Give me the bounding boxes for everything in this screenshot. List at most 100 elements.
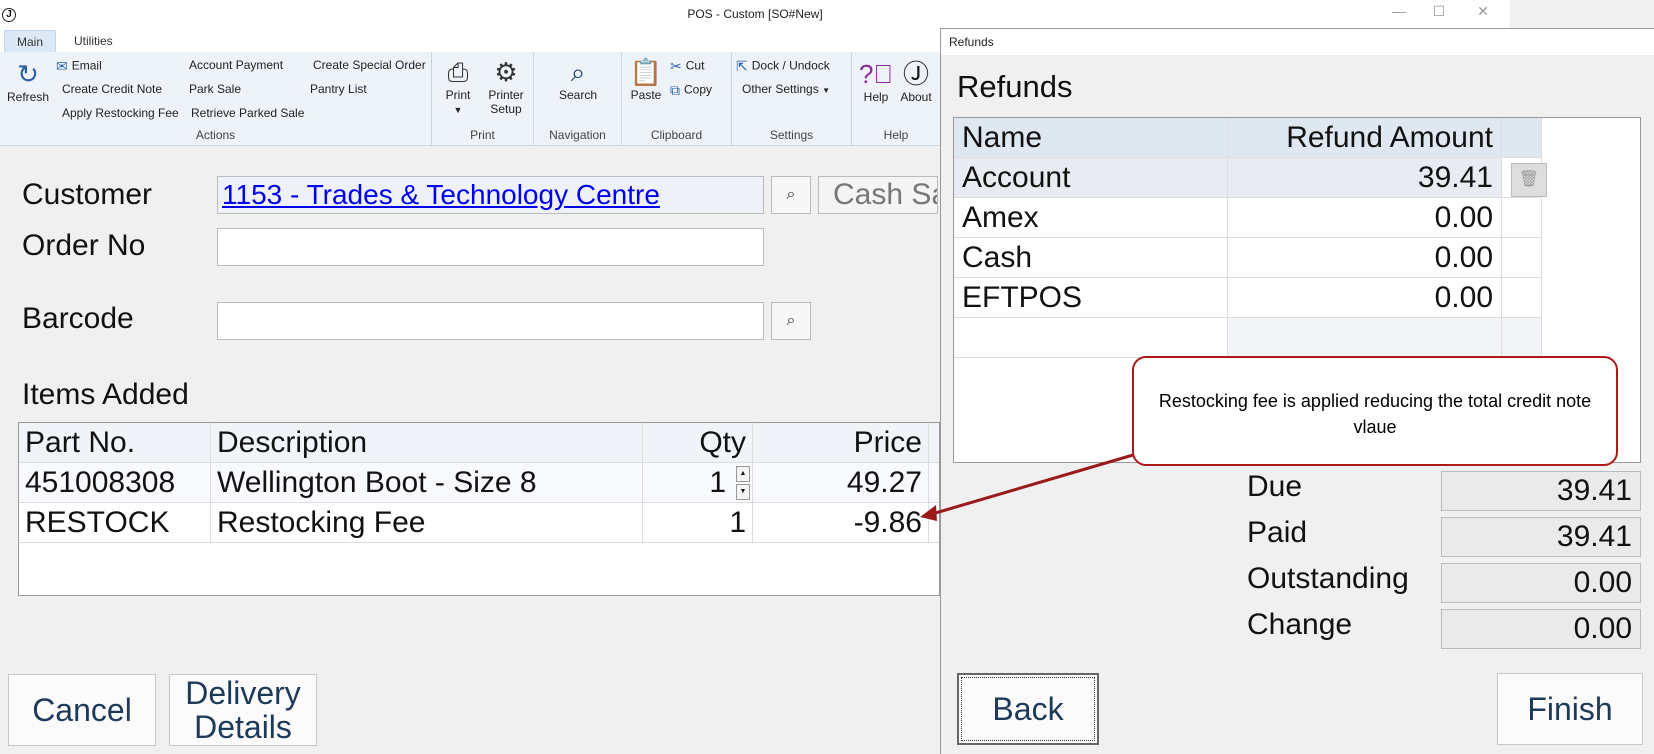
empty-cell [1502, 318, 1542, 358]
maximize-button[interactable]: ☐ [1424, 3, 1454, 23]
table-row[interactable]: RESTOCK Restocking Fee 1 -9.86 [19, 503, 939, 543]
paste-button[interactable]: 📋 Paste [628, 56, 664, 102]
column-header-price[interactable]: Price [753, 423, 929, 463]
ribbon: ↻ Refresh ✉ Email Create Credit Note Appl… [0, 52, 940, 146]
paid-value: 39.41 [1441, 517, 1641, 557]
apply-restocking-fee-button[interactable]: Apply Restocking Fee [62, 106, 179, 120]
trash-icon[interactable]: 🗑 [1511, 163, 1547, 197]
refund-name-cell: Account [954, 158, 1228, 198]
search-label: Search [558, 88, 598, 102]
barcode-lookup-button[interactable]: ⌕ [771, 302, 811, 340]
table-header-row: Part No. Description Qty Price [19, 423, 939, 463]
help-label: Help [863, 90, 889, 104]
column-header-refund-amount[interactable]: Refund Amount [1228, 118, 1502, 158]
cut-button[interactable]: ✂ Cut [670, 58, 704, 75]
row-actions-cell [1502, 198, 1542, 238]
column-header-description[interactable]: Description [211, 423, 643, 463]
table-row[interactable]: Cash 0.00 [954, 238, 1542, 278]
customer-link[interactable]: 1153 - Trades & Technology Centre [222, 177, 660, 213]
help-button[interactable]: ?⃝ Help [858, 58, 894, 104]
table-row-empty[interactable] [954, 318, 1542, 358]
copy-label: Copy [684, 82, 713, 97]
ribbon-group-settings: ⇱ Dock / Undock Other Settings ▼ Settings [732, 52, 852, 146]
column-header-part-no[interactable]: Part No. [19, 423, 211, 463]
refunds-heading: Refunds [957, 69, 1073, 104]
refresh-icon: ↻ [17, 59, 39, 89]
row-actions-cell [1502, 238, 1542, 278]
print-button[interactable]: ⎙ Print ▼ [440, 56, 476, 116]
window-title: POS - Custom [SO#New] [687, 7, 823, 21]
cash-sale-button[interactable]: Cash Sale [818, 176, 938, 214]
refund-amount-input[interactable]: 39.41 [1228, 158, 1502, 198]
ribbon-group-label: Settings [769, 128, 814, 142]
printer-setup-label-2: Setup [490, 102, 522, 116]
about-button[interactable]: Ⓙ About [896, 58, 936, 104]
customer-field[interactable]: 1153 - Trades & Technology Centre [217, 176, 764, 214]
table-header-row: Name Refund Amount [954, 118, 1542, 158]
email-button[interactable]: ✉ Email [56, 58, 102, 75]
description-cell: Wellington Boot - Size 8 [211, 463, 643, 503]
park-sale-button[interactable]: Park Sale [189, 82, 241, 96]
print-label: Print [445, 88, 471, 102]
column-header-actions [1502, 118, 1542, 158]
dropdown-arrow-icon: ▼ [453, 105, 463, 115]
refund-amount-input[interactable]: 0.00 [1228, 278, 1502, 318]
column-header-name[interactable]: Name [954, 118, 1228, 158]
table-row[interactable]: EFTPOS 0.00 [954, 278, 1542, 318]
change-value: 0.00 [1441, 609, 1641, 649]
increment-icon[interactable]: ▲ [736, 466, 750, 482]
items-added-heading: Items Added [22, 378, 189, 411]
table-row[interactable]: Amex 0.00 [954, 198, 1542, 238]
part-no-cell: RESTOCK [19, 503, 211, 543]
minimize-button[interactable]: — [1384, 3, 1414, 23]
copy-button[interactable]: ⧉ Copy [670, 82, 712, 99]
ribbon-group-print: ⎙ Print ▼ ⚙ Printer Setup Print [432, 52, 534, 146]
qty-value: 1 [709, 466, 726, 499]
pantry-list-button[interactable]: Pantry List [310, 82, 367, 96]
qty-stepper[interactable]: 1 ▲ ▼ [643, 463, 753, 503]
price-cell: -9.86 [753, 503, 929, 543]
refund-name-cell: EFTPOS [954, 278, 1228, 318]
table-row[interactable]: Account 39.41 [954, 158, 1542, 198]
retrieve-parked-sale-button[interactable]: Retrieve Parked Sale [191, 106, 304, 120]
ribbon-group-label: Print [470, 128, 495, 142]
dock-undock-button[interactable]: ⇱ Dock / Undock [736, 58, 830, 75]
finish-button[interactable]: Finish [1497, 673, 1643, 745]
delivery-details-button[interactable]: Delivery Details [169, 674, 317, 746]
refund-amount-input[interactable]: 0.00 [1228, 198, 1502, 238]
search-icon: ⌕ [786, 312, 796, 329]
barcode-input[interactable] [217, 302, 764, 340]
customer-lookup-button[interactable]: ⌕ [771, 176, 811, 214]
printer-setup-button[interactable]: ⚙ Printer Setup [482, 56, 530, 116]
outstanding-label: Outstanding [1247, 562, 1409, 595]
order-no-input[interactable] [217, 228, 764, 266]
qty-spinner[interactable]: ▲ ▼ [736, 466, 750, 500]
ribbon-group-label: Help [883, 128, 909, 142]
barcode-label: Barcode [22, 302, 134, 335]
back-button[interactable]: Back [957, 673, 1099, 745]
due-label: Due [1247, 470, 1303, 503]
column-header-qty[interactable]: Qty [643, 423, 753, 463]
cancel-button[interactable]: Cancel [8, 674, 156, 746]
cut-label: Cut [685, 58, 705, 73]
printer-icon: ⎙ [447, 57, 469, 87]
description-cell: Restocking Fee [211, 503, 643, 543]
empty-cell [1228, 318, 1502, 358]
other-settings-label: Other Settings [742, 82, 819, 96]
close-button[interactable]: ✕ [1468, 3, 1498, 23]
row-actions-cell [1502, 278, 1542, 318]
create-special-order-button[interactable]: Create Special Order [313, 58, 426, 72]
refresh-button[interactable]: ↻ Refresh [6, 58, 50, 104]
clipboard-icon: 📋 [629, 57, 663, 87]
decrement-icon[interactable]: ▼ [736, 484, 750, 500]
dock-undock-label: Dock / Undock [751, 58, 830, 73]
search-button[interactable]: ⌕ Search [548, 56, 608, 102]
other-settings-button[interactable]: Other Settings ▼ [742, 82, 830, 96]
refund-amount-input[interactable]: 0.00 [1228, 238, 1502, 278]
table-row[interactable]: 451008308 Wellington Boot - Size 8 1 ▲ ▼… [19, 463, 939, 503]
tab-utilities[interactable]: Utilities [62, 30, 125, 52]
account-payment-button[interactable]: Account Payment [189, 58, 283, 72]
tab-main[interactable]: Main [4, 30, 57, 52]
create-credit-note-button[interactable]: Create Credit Note [62, 82, 162, 96]
refunds-title-bar: Refunds [941, 29, 1654, 55]
